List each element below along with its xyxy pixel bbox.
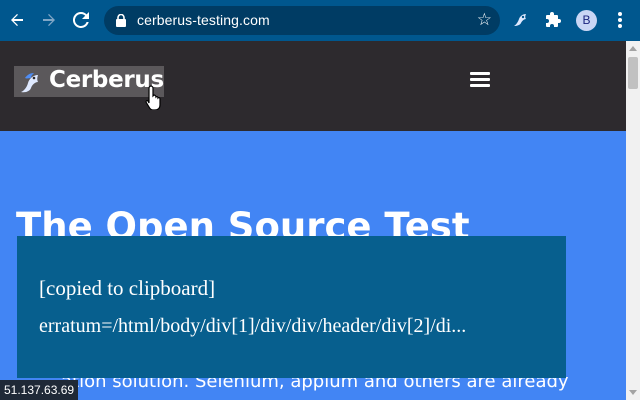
cerberus-logo-icon bbox=[21, 73, 38, 93]
scroll-down-arrow-icon[interactable] bbox=[629, 390, 637, 395]
scroll-up-arrow-icon[interactable] bbox=[629, 46, 637, 51]
address-bar[interactable]: cerberus-testing.com ☆ bbox=[104, 6, 500, 35]
hand-cursor-icon bbox=[145, 85, 161, 110]
ip-status-label: 51.137.63.69 bbox=[0, 380, 79, 400]
browser-toolbar: cerberus-testing.com ☆ B bbox=[0, 0, 640, 41]
clipboard-status-text: [copied to clipboard] bbox=[39, 276, 216, 300]
page-scrollbar[interactable] bbox=[626, 41, 640, 400]
reload-icon[interactable] bbox=[69, 8, 93, 32]
forward-arrow-icon[interactable] bbox=[37, 8, 61, 32]
url-text: cerberus-testing.com bbox=[137, 12, 270, 28]
xpath-text: erratum=/html/body/div[1]/div/div/header… bbox=[39, 315, 467, 337]
menu-kebab-icon[interactable] bbox=[608, 8, 632, 32]
hamburger-menu-icon[interactable] bbox=[470, 72, 490, 88]
puzzle-icon[interactable] bbox=[542, 8, 566, 32]
profile-avatar[interactable]: B bbox=[576, 10, 597, 31]
site-logo[interactable]: Cerberus bbox=[14, 66, 164, 97]
back-arrow-icon[interactable] bbox=[5, 8, 29, 32]
scrollbar-thumb[interactable] bbox=[628, 57, 638, 89]
star-icon[interactable]: ☆ bbox=[477, 10, 492, 30]
cerberus-extension-icon[interactable] bbox=[509, 8, 533, 32]
lock-icon bbox=[116, 14, 126, 27]
site-header: Cerberus bbox=[0, 41, 626, 131]
clipboard-notification: [copied to clipboard] erratum=/html/body… bbox=[17, 236, 566, 378]
